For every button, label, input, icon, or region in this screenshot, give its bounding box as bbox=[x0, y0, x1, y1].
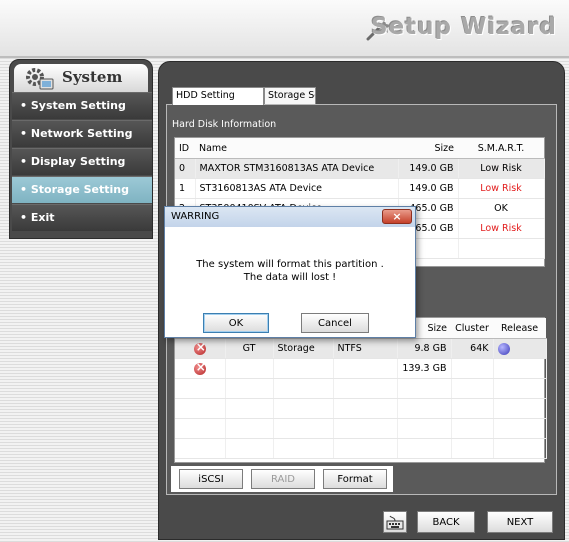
raid-button: RAID bbox=[251, 469, 315, 489]
release-globe-icon[interactable] bbox=[497, 342, 510, 355]
partition-table-grid: Size Cluster Release GT Storage NTFS 9.8… bbox=[175, 318, 547, 459]
dialog-ok-button[interactable]: OK bbox=[203, 313, 269, 333]
sidebar-title: System bbox=[62, 68, 123, 86]
cell-smart: Low Risk bbox=[458, 218, 545, 239]
sidebar-item-exit[interactable]: • Exit bbox=[12, 204, 152, 231]
cell-label bbox=[273, 358, 334, 379]
cell-cluster: 64K bbox=[451, 338, 494, 359]
warning-dialog: WARRING × The system will format this pa… bbox=[164, 206, 416, 338]
table-row[interactable]: GT Storage NTFS 9.8 GB 64K bbox=[175, 338, 547, 359]
dialog-titlebar[interactable]: WARRING × bbox=[165, 207, 415, 227]
cell-label: Storage bbox=[273, 338, 334, 359]
sidebar-item-storage-setting[interactable]: • Storage Setting bbox=[12, 176, 152, 203]
column-header-name: Name bbox=[195, 138, 398, 159]
dialog-cancel-button[interactable]: Cancel bbox=[301, 313, 369, 333]
column-header-cluster: Cluster bbox=[451, 318, 493, 339]
delete-icon-cell[interactable] bbox=[175, 358, 226, 379]
column-header-size: Size bbox=[398, 138, 458, 159]
cell-fs: NTFS bbox=[333, 338, 398, 359]
delete-icon-cell[interactable] bbox=[175, 338, 226, 359]
cell-fs bbox=[333, 358, 398, 379]
keyboard-icon bbox=[386, 515, 404, 530]
column-header-release: Release bbox=[493, 318, 546, 339]
partition-table: Size Cluster Release GT Storage NTFS 9.8… bbox=[174, 317, 547, 463]
next-button[interactable]: NEXT bbox=[487, 511, 553, 533]
keyboard-button[interactable] bbox=[383, 511, 407, 533]
table-row[interactable]: 139.3 GB bbox=[175, 358, 547, 379]
header-bar: Setup Wizard bbox=[0, 0, 569, 58]
wizard-title: Setup Wizard bbox=[371, 14, 557, 40]
column-header-smart: S.M.A.R.T. bbox=[458, 138, 544, 159]
iscsi-button[interactable]: iSCSI bbox=[179, 469, 243, 489]
back-button[interactable]: BACK bbox=[417, 511, 475, 533]
format-button[interactable]: Format bbox=[323, 469, 387, 489]
cell-smart: Low Risk bbox=[458, 178, 545, 199]
cell-size: 149.0 GB bbox=[398, 178, 459, 199]
release-icon-cell[interactable] bbox=[493, 338, 547, 359]
dialog-message-line-1: The system will format this partition . bbox=[196, 259, 384, 270]
dialog-message-line-2: The data will lost ! bbox=[243, 272, 337, 283]
cell-cluster bbox=[451, 358, 494, 379]
cell-size: 9.8 GB bbox=[397, 338, 452, 359]
cell-id: 1 bbox=[175, 178, 196, 199]
cell-size: 139.3 GB bbox=[397, 358, 452, 379]
section-label-hard-disk: Hard Disk Information bbox=[172, 119, 277, 130]
tab-storage-setting[interactable]: Storage Setting bbox=[264, 87, 316, 104]
table-row[interactable]: 0 MAXTOR STM3160813AS ATA Device 149.0 G… bbox=[175, 158, 545, 179]
cell-id: 0 bbox=[175, 158, 196, 179]
cell-name: MAXTOR STM3160813AS ATA Device bbox=[195, 158, 399, 179]
sidebar-header: System bbox=[14, 64, 148, 92]
close-icon[interactable]: × bbox=[382, 209, 412, 224]
cell-name: ST3160813AS ATA Device bbox=[195, 178, 399, 199]
dialog-title: WARRING bbox=[171, 211, 220, 222]
table-row[interactable]: 1 ST3160813AS ATA Device 149.0 GB Low Ri… bbox=[175, 178, 545, 199]
sidebar-item-system-setting[interactable]: • System Setting bbox=[12, 92, 152, 119]
column-header-id: ID bbox=[175, 138, 195, 159]
delete-icon[interactable] bbox=[193, 360, 206, 375]
sidebar: System • System Setting • Network Settin… bbox=[9, 59, 153, 239]
cell-smart: Low Risk bbox=[458, 158, 545, 179]
hdd-table-header-row: ID Name Size S.M.A.R.T. bbox=[175, 138, 544, 159]
tab-hdd-setting[interactable]: HDD Setting bbox=[172, 87, 264, 105]
cell-smart: OK bbox=[458, 198, 545, 219]
cell-type: GT bbox=[225, 338, 274, 359]
delete-icon[interactable] bbox=[193, 340, 206, 355]
sidebar-item-network-setting[interactable]: • Network Setting bbox=[12, 120, 152, 147]
cell-size: 149.0 GB bbox=[398, 158, 459, 179]
gear-icon bbox=[26, 68, 54, 90]
sidebar-item-display-setting[interactable]: • Display Setting bbox=[12, 148, 152, 175]
cell-type bbox=[225, 358, 274, 379]
